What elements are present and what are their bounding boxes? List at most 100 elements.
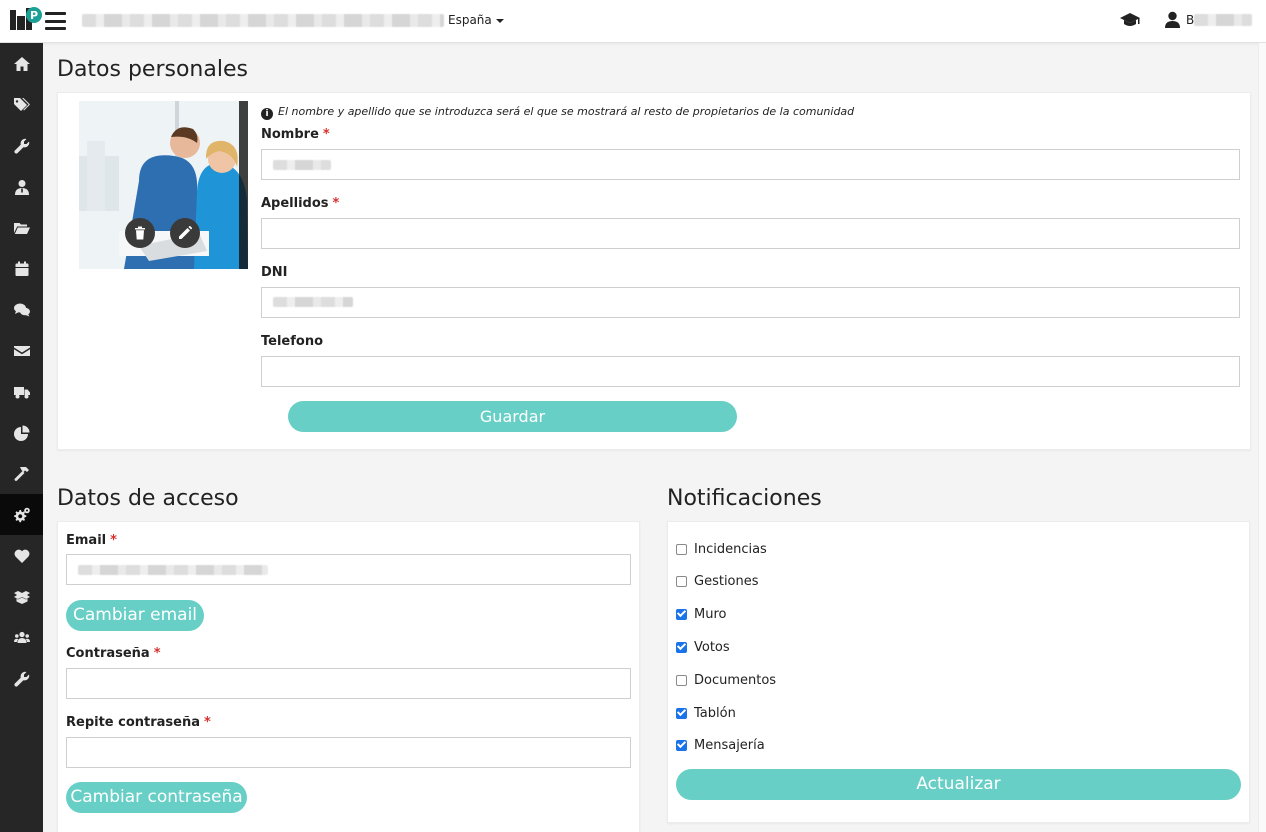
dni-value-redacted	[273, 297, 353, 307]
repeat-password-input[interactable]	[66, 737, 631, 768]
sidebar-item-favorites[interactable]	[0, 535, 43, 576]
notification-documentos[interactable]: Documentos	[676, 672, 776, 688]
required-marker: *	[204, 715, 211, 730]
sidebar-item-packages[interactable]	[0, 576, 43, 617]
calendar-icon	[15, 261, 28, 276]
delete-photo-button[interactable]	[125, 218, 155, 248]
required-marker: *	[110, 533, 117, 548]
sidebar-item-community[interactable]	[0, 617, 43, 658]
svg-text:P: P	[30, 9, 38, 22]
home-icon	[13, 56, 30, 71]
envelope-icon	[13, 345, 30, 356]
votos-checkbox[interactable]	[676, 641, 687, 653]
caret-down-icon	[495, 18, 504, 23]
region-label: España	[448, 13, 492, 27]
apellidos-label-text: Apellidos	[261, 196, 329, 211]
sidebar-item-calendar[interactable]	[0, 248, 43, 289]
sidebar	[0, 43, 43, 832]
user-menu[interactable]: B	[1186, 13, 1194, 27]
sidebar-item-works[interactable]	[0, 453, 43, 494]
edit-photo-button[interactable]	[170, 218, 200, 248]
folder-open-icon	[13, 222, 30, 234]
cogs-icon	[13, 507, 30, 522]
password-label-text: Contraseña	[66, 646, 150, 661]
incidencias-checkbox[interactable]	[676, 543, 687, 555]
pencil-icon	[179, 226, 192, 239]
sidebar-item-maintenance[interactable]	[0, 125, 43, 166]
repeat-password-label: Repite contraseña *	[66, 715, 211, 730]
notifications-title: Notificaciones	[667, 486, 822, 511]
email-value-redacted	[78, 565, 268, 575]
sidebar-item-forum[interactable]	[0, 289, 43, 330]
email-label: Email *	[66, 533, 117, 548]
sidebar-item-messages[interactable]	[0, 330, 43, 371]
password-label: Contraseña *	[66, 646, 161, 661]
wrench-icon	[13, 138, 29, 154]
documentos-label: Documentos	[694, 672, 777, 688]
muro-label: Muro	[694, 606, 727, 622]
access-data-title: Datos de acceso	[57, 486, 239, 511]
name-info-note: i El nombre y apellido que se introduzca …	[261, 105, 854, 120]
sidebar-item-documents[interactable]	[0, 207, 43, 248]
incidencias-label: Incidencias	[694, 541, 767, 557]
required-marker: *	[153, 646, 161, 661]
sidebar-item-suppliers[interactable]	[0, 371, 43, 412]
apellidos-input[interactable]	[261, 218, 1240, 249]
apellidos-label: Apellidos *	[261, 196, 339, 211]
app-logo[interactable]: P	[9, 6, 43, 32]
truck-icon	[13, 386, 30, 398]
menu-toggle-button[interactable]	[45, 12, 66, 30]
sidebar-item-home[interactable]	[0, 43, 43, 84]
notification-muro[interactable]: Muro	[676, 606, 726, 622]
notification-mensajeria[interactable]: Mensajería	[676, 737, 765, 753]
hammer-icon	[14, 466, 29, 481]
users-icon	[13, 631, 30, 643]
profile-photo	[79, 101, 248, 269]
required-marker: *	[332, 196, 340, 211]
info-circle-icon: i	[261, 108, 273, 120]
info-note-text: El nombre y apellido que se introduzca s…	[278, 105, 855, 118]
change-password-button[interactable]: Cambiar contraseña	[66, 782, 247, 813]
password-input[interactable]	[66, 668, 631, 699]
user-tie-icon	[14, 179, 29, 195]
update-notifications-button[interactable]: Actualizar	[676, 769, 1241, 800]
email-label-text: Email	[66, 533, 107, 548]
repeat-password-label-text: Repite contraseña	[66, 715, 201, 730]
change-email-button[interactable]: Cambiar email	[66, 600, 204, 631]
telefono-label: Telefono	[261, 334, 323, 349]
notification-gestiones[interactable]: Gestiones	[676, 573, 759, 589]
documentos-checkbox[interactable]	[676, 674, 687, 686]
mensajeria-label: Mensajería	[694, 737, 765, 753]
save-personal-button[interactable]: Guardar	[288, 401, 737, 432]
tablon-label: Tablón	[694, 705, 736, 721]
community-name-redacted	[82, 14, 444, 27]
notification-tablon[interactable]: Tablón	[676, 705, 736, 721]
nombre-input[interactable]	[261, 149, 1240, 180]
telefono-input[interactable]	[261, 356, 1240, 387]
dni-label: DNI	[261, 265, 288, 280]
required-marker: *	[322, 127, 330, 142]
region-dropdown[interactable]: España	[448, 13, 504, 27]
tags-icon	[13, 97, 30, 111]
sidebar-item-tags[interactable]	[0, 84, 43, 125]
muro-checkbox[interactable]	[676, 608, 687, 620]
gestiones-checkbox[interactable]	[676, 575, 687, 587]
top-bar: P España B	[0, 0, 1266, 43]
sidebar-item-owners[interactable]	[0, 166, 43, 207]
graduation-cap-icon[interactable]	[1120, 12, 1140, 28]
page-scrollbar[interactable]	[1258, 43, 1266, 832]
dni-input[interactable]	[261, 287, 1240, 318]
telefono-label-text: Telefono	[261, 334, 324, 349]
nombre-label: Nombre *	[261, 127, 330, 142]
wrench-icon	[13, 671, 29, 687]
notification-incidencias[interactable]: Incidencias	[676, 541, 767, 557]
notification-votos[interactable]: Votos	[676, 639, 730, 655]
sidebar-item-accounting[interactable]	[0, 412, 43, 453]
dni-label-text: DNI	[261, 265, 288, 280]
user-name-redacted	[1194, 14, 1252, 26]
sidebar-item-settings[interactable]	[0, 494, 43, 535]
mensajeria-checkbox[interactable]	[676, 739, 687, 751]
sidebar-item-services[interactable]	[0, 658, 43, 699]
tablon-checkbox[interactable]	[676, 707, 687, 719]
box-open-icon	[13, 590, 30, 604]
